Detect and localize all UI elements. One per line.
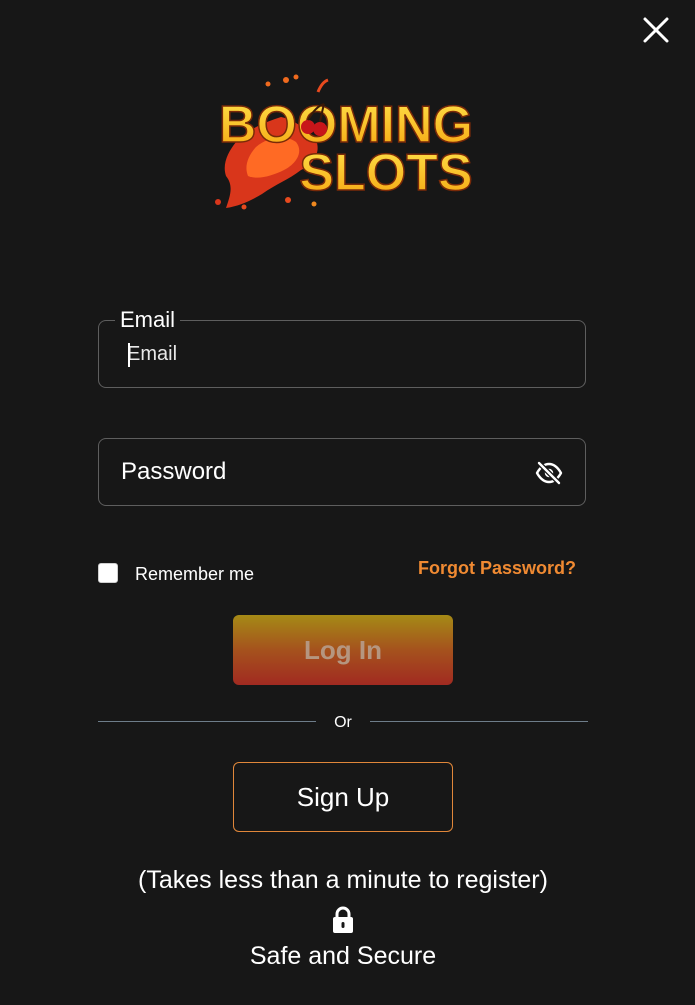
register-note: (Takes less than a minute to register) [138,866,548,894]
login-modal: BOOMING SLOTS Email Remember me Forgot P… [0,0,695,1005]
email-label: Email [115,307,181,333]
email-field: Email [98,307,586,388]
safe-secure-text: Safe and Secure [249,942,437,970]
password-input[interactable] [99,439,585,505]
text-caret [128,343,130,367]
divider-right [370,721,588,722]
remember-me-label: Remember me [135,563,255,584]
signup-button[interactable]: Sign Up [233,762,453,832]
close-icon[interactable] [640,14,672,46]
forgot-password-link[interactable]: Forgot Password? [418,558,576,579]
lock-icon [333,906,353,933]
divider-or: Or [334,714,352,731]
remember-me-checkbox[interactable] [98,563,118,583]
booming-slots-logo: BOOMING SLOTS [215,74,474,210]
eye-off-icon[interactable] [535,460,563,486]
remember-me: Remember me [98,562,254,584]
password-field [98,438,586,506]
logo-line2: SLOTS [299,144,472,202]
divider-left [98,721,316,722]
login-button[interactable]: Log In [233,615,453,685]
